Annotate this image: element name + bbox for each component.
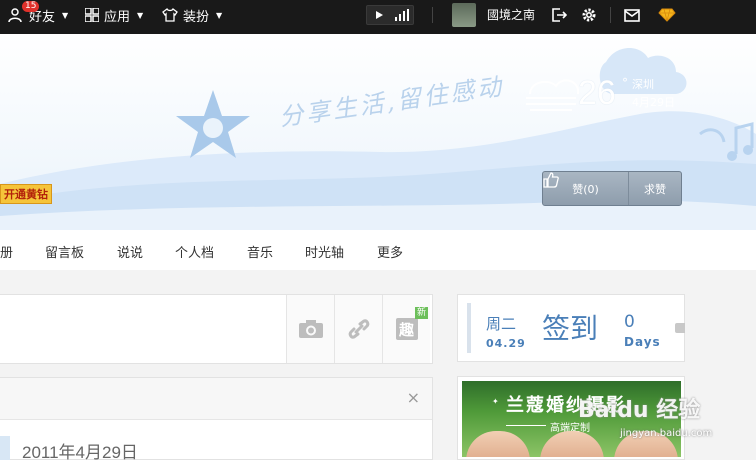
apps-menu[interactable]: 应用 ▼ [85,0,143,30]
nav-item-status[interactable]: 说说 [117,242,143,261]
banner: 分享生活,留住感动 26 ° 深圳 4月29日 开通黄钻 赞(0) 求赞 [0,34,756,230]
nav-item-album[interactable]: 册 [0,242,13,261]
date-marker [0,436,10,460]
checkin-weekday: 周二 [486,315,517,333]
weather-date: 4月29日 [632,96,675,109]
vip-tag[interactable]: 开通黄钻 [0,184,52,204]
like-box: 赞(0) 求赞 [542,171,682,206]
dress-label: 装扮 [183,9,210,25]
sparkle-icon: ✦ [492,397,499,406]
nav-item-music[interactable]: 音乐 [247,242,273,261]
checkin-panel[interactable]: 周二 04.29 签到 0 Days [457,294,685,362]
attachment-icon[interactable] [334,295,382,363]
top-bar: 15 好友 ▼ 应用 ▼ 装扮 ▼ 國境之南 [0,0,756,34]
weather-temperature: 26 [578,74,616,112]
post-composer[interactable]: 趣 新 [0,294,433,364]
play-icon[interactable] [367,6,390,24]
checkin-count: 0 [624,312,635,332]
chevron-down-icon: ▼ [216,10,223,20]
logout-icon[interactable] [550,5,568,25]
gear-icon[interactable] [580,5,598,25]
nav-item-message-board[interactable]: 留言板 [45,242,84,261]
new-badge: 新 [414,307,428,319]
fun-icon[interactable]: 趣 新 [382,295,430,363]
friends-menu[interactable]: 15 好友 ▼ [8,0,68,30]
checkin-unit: Days [624,335,661,349]
dress-menu[interactable]: 装扮 ▼ [162,0,222,30]
like-label: 赞(0) [572,182,599,196]
feed-date: 2011年4月29日 [22,443,138,460]
divider [432,7,433,23]
diamond-icon[interactable] [657,5,677,25]
friends-badge: 15 [22,1,40,12]
checkin-button[interactable]: 签到 [542,307,598,347]
watermark: Baidu 经验 [578,398,701,423]
nav-item-timeline[interactable]: 时光轴 [305,242,344,261]
weather-city: 深圳 [632,78,654,91]
seek-like-button[interactable]: 求赞 [629,172,681,205]
shirt-icon [162,8,178,22]
ad-photo [466,431,530,457]
fun-glyph: 趣 [395,318,418,340]
camera-icon[interactable] [286,295,334,363]
weather-degree: ° [622,76,628,90]
watermark-url: jingyan.baidu.com [620,428,713,439]
avatar[interactable] [452,3,476,27]
ad-divider [506,425,546,426]
username[interactable]: 國境之南 [487,0,535,30]
chevron-down-icon: ▼ [62,10,69,20]
grid-icon [85,8,99,22]
close-icon[interactable]: × [407,388,420,407]
equalizer-icon[interactable] [390,6,413,24]
nav-item-profile[interactable]: 个人档 [175,242,214,261]
like-button[interactable]: 赞(0) [543,172,629,205]
collapse-handle[interactable] [675,323,685,333]
mail-icon[interactable] [623,5,641,25]
divider [610,7,611,23]
feed-header: × [0,378,432,420]
thumbs-up-icon [543,172,559,188]
nav-item-more[interactable]: 更多 [377,242,403,261]
checkin-marker [467,303,471,353]
profile-nav: 册 留言板 说说 个人档 音乐 时光轴 更多 [0,230,756,270]
friends-icon [8,8,22,23]
music-player[interactable] [366,5,414,25]
ad-photo [540,431,604,457]
apps-label: 应用 [104,9,131,25]
checkin-date: 04.29 [486,337,526,350]
chevron-down-icon: ▼ [137,10,144,20]
feed-panel: × 2011年4月29日 [0,377,433,460]
